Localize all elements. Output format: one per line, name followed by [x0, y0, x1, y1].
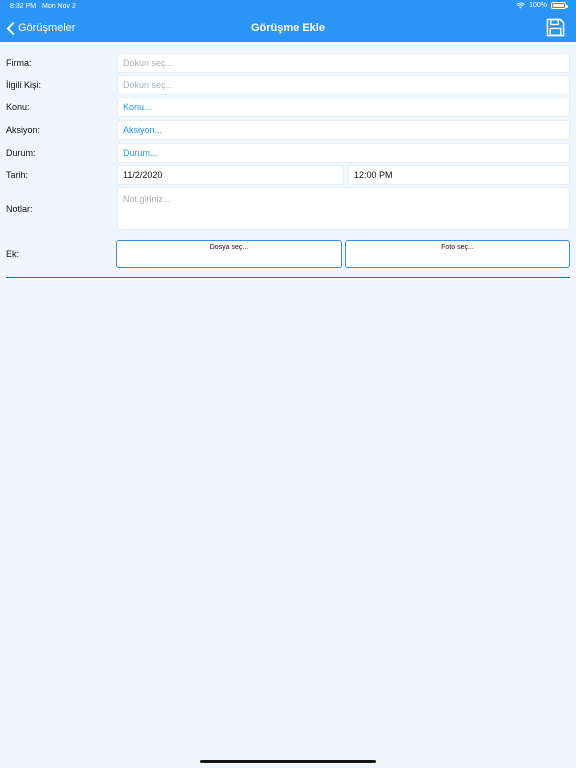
- ek-label: Ek:: [6, 249, 20, 259]
- durum-picker[interactable]: Durum...: [117, 143, 570, 163]
- navigation-bar: 8:32 PM Mon Nov 2 100% Görüşmeler Görüşm…: [0, 0, 576, 42]
- konu-value: Konu...: [123, 102, 152, 112]
- wifi-icon: [516, 2, 525, 9]
- time-value: 12:00 PM: [354, 170, 393, 180]
- konu-picker[interactable]: Konu...: [117, 97, 570, 117]
- choose-photo-button[interactable]: Foto seç...: [345, 240, 570, 268]
- notlar-label: Notlar:: [6, 204, 33, 214]
- tarih-label: Tarih:: [6, 170, 29, 180]
- page-title: Görüşme Ekle: [251, 22, 325, 34]
- status-indicators: 100%: [516, 2, 568, 9]
- durum-value: Durum...: [123, 148, 158, 158]
- floppy-disk-icon: [546, 18, 565, 37]
- form-divider: [6, 277, 570, 278]
- firma-placeholder: Dokun seç...: [123, 58, 174, 68]
- ilgili-kisi-placeholder: Dokun seç...: [123, 80, 174, 90]
- firma-label: Firma:: [6, 58, 32, 68]
- choose-file-button[interactable]: Dosya seç...: [116, 240, 342, 268]
- save-button[interactable]: [546, 18, 565, 37]
- firma-picker[interactable]: Dokun seç...: [117, 53, 570, 73]
- aksiyon-label: Aksiyon:: [6, 125, 41, 135]
- durum-label: Durum:: [6, 148, 36, 158]
- konu-label: Konu:: [6, 102, 30, 112]
- notes-textarea[interactable]: Not giriniz...: [117, 187, 570, 230]
- battery-percent: 100%: [529, 2, 547, 9]
- date-value: 11/2/2020: [123, 170, 163, 180]
- battery-level: [553, 4, 564, 7]
- battery-icon: [551, 2, 568, 9]
- status-date: Mon Nov 2: [42, 3, 76, 10]
- aksiyon-value: Aksiyon...: [123, 125, 163, 135]
- ilgili-kisi-picker[interactable]: Dokun seç...: [117, 75, 570, 95]
- status-time: 8:32 PM: [10, 3, 37, 10]
- ilgili-kisi-label: İlgili Kişi:: [6, 80, 42, 90]
- time-picker[interactable]: 12:00 PM: [348, 165, 570, 185]
- notes-placeholder: Not giriniz...: [123, 194, 171, 204]
- home-indicator[interactable]: [200, 760, 376, 763]
- date-picker[interactable]: 11/2/2020: [117, 165, 344, 185]
- aksiyon-picker[interactable]: Aksiyon...: [117, 120, 570, 140]
